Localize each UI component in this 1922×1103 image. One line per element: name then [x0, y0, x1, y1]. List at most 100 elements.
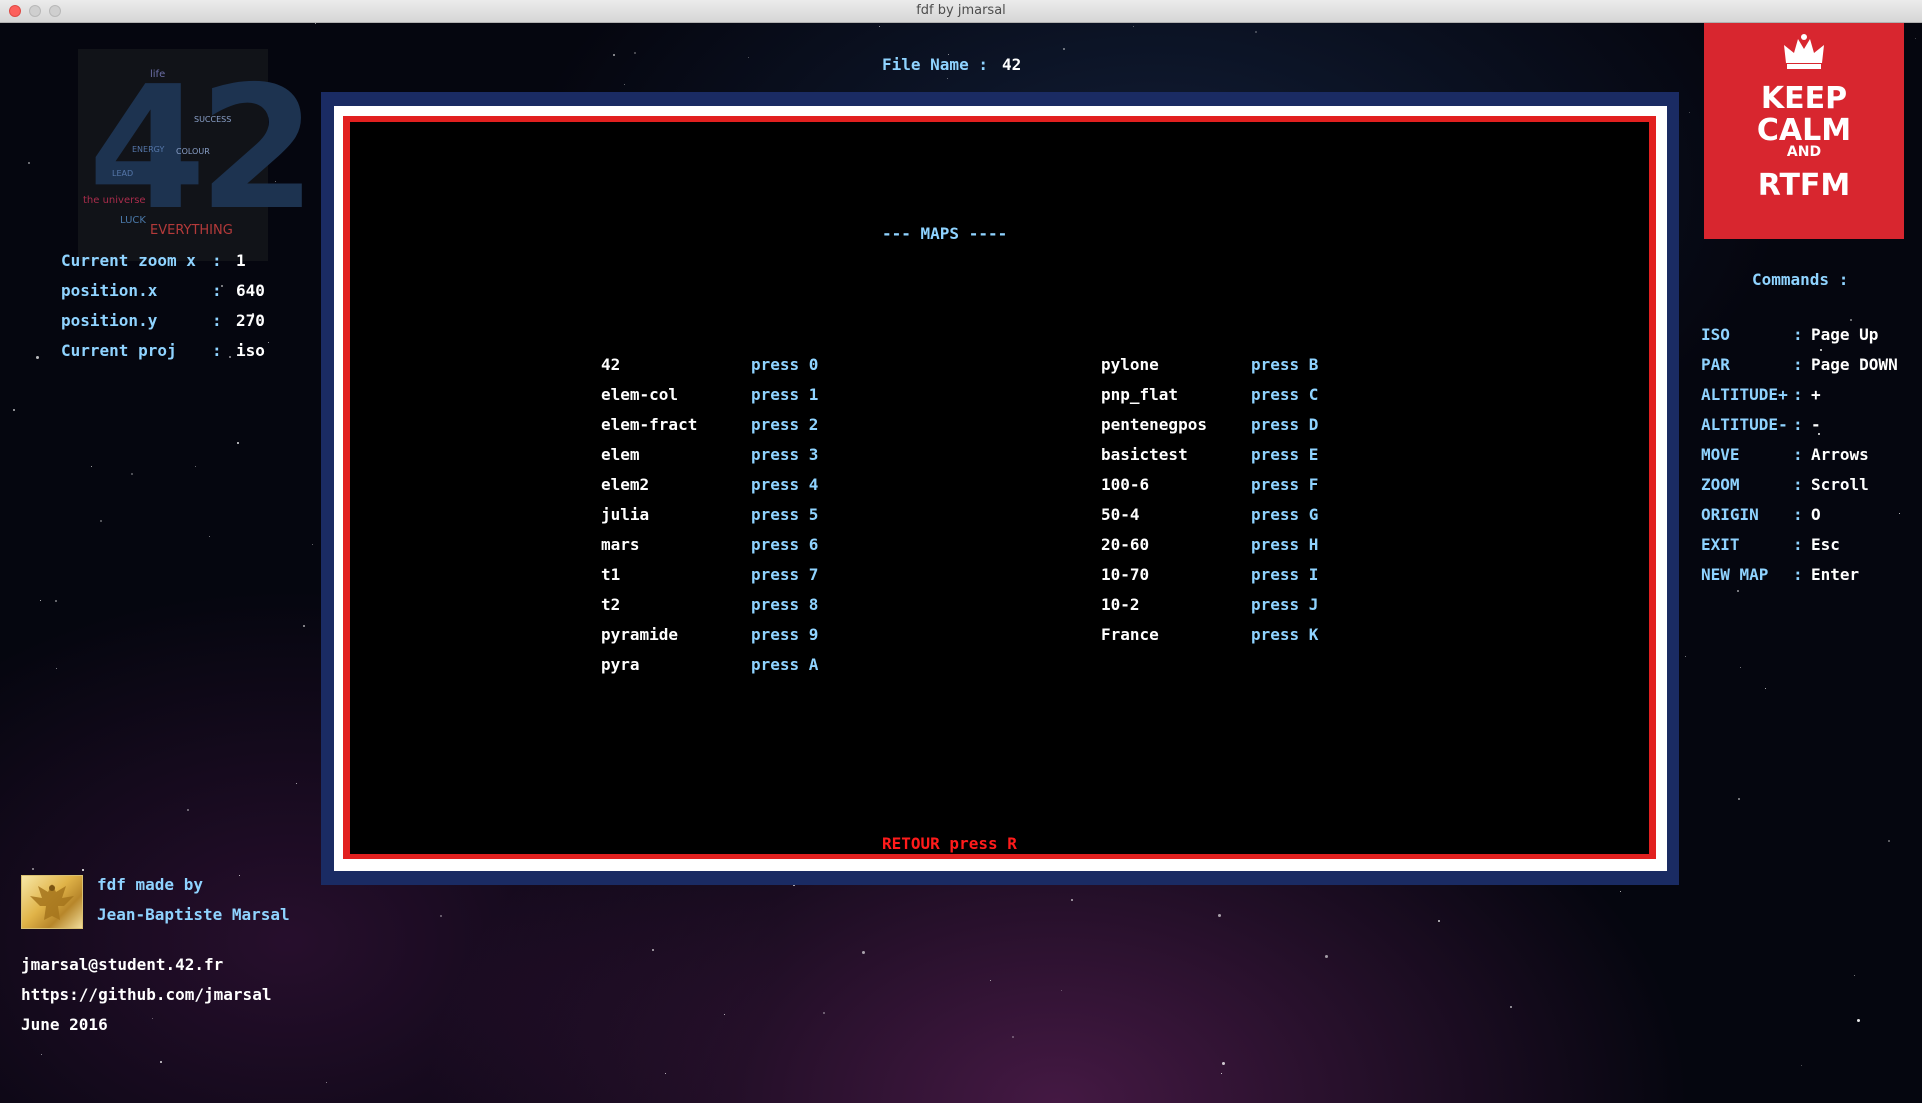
fdf-canvas[interactable]: 42 life the universe EVERYTHING LUCK SUC… [0, 23, 1922, 1103]
star [1820, 349, 1822, 351]
star [665, 1073, 666, 1074]
logo-word: the universe [83, 195, 146, 206]
command-sep: : [1793, 385, 1803, 404]
command-value: - [1811, 415, 1821, 434]
star [1012, 1036, 1014, 1038]
map-name: elem [601, 445, 640, 464]
logo-word: LUCK [120, 215, 146, 226]
logo-word: EVERYTHING [150, 223, 233, 238]
command-value: Enter [1811, 565, 1860, 584]
map-key: press K [1251, 625, 1319, 644]
info-sep: : [212, 311, 222, 330]
star [268, 342, 269, 343]
commands-title: Commands : [1752, 270, 1849, 289]
map-name: pylone [1101, 355, 1159, 374]
map-name: elem-fract [601, 415, 698, 434]
map-name: 20-60 [1101, 535, 1150, 554]
map-name: 50-4 [1101, 505, 1140, 524]
map-name: julia [601, 505, 650, 524]
map-name: 10-70 [1101, 565, 1150, 584]
star [1737, 590, 1739, 592]
star [1765, 688, 1766, 689]
logo-word: ENERGY [132, 145, 165, 154]
star [32, 868, 34, 870]
star [296, 783, 297, 784]
star [28, 162, 30, 164]
star [100, 520, 102, 522]
star [724, 1014, 725, 1015]
command-value: Arrows [1811, 445, 1869, 464]
star [1063, 48, 1065, 50]
command-key: NEW MAP [1701, 565, 1769, 584]
command-key: PAR [1701, 355, 1730, 374]
keep-calm-line: RTFM [1757, 168, 1851, 203]
star [1218, 914, 1221, 917]
back-option[interactable]: RETOUR press R [882, 834, 1017, 853]
star [315, 23, 316, 24]
file-name-value: 42 [1002, 55, 1022, 74]
info-value: 640 [236, 281, 265, 300]
star [823, 1012, 825, 1014]
map-key: press I [1251, 565, 1319, 584]
command-key: ZOOM [1701, 475, 1740, 494]
map-name: elem-col [601, 385, 679, 404]
command-sep: : [1793, 325, 1803, 344]
star [160, 1061, 162, 1063]
command-value: O [1811, 505, 1821, 524]
zoom-button[interactable] [49, 5, 61, 17]
map-name: basictest [1101, 445, 1188, 464]
info-value: 1 [236, 251, 246, 270]
credits-date: June 2016 [21, 1015, 108, 1034]
star [1899, 513, 1900, 514]
star [303, 625, 305, 627]
star [187, 809, 189, 811]
command-key: ALTITUDE- [1701, 415, 1788, 434]
keep-calm-poster: KEEP CALM AND RTFM [1704, 23, 1904, 239]
command-sep: : [1793, 475, 1803, 494]
map-name: pyramide [601, 625, 679, 644]
map-key: press J [1251, 595, 1319, 614]
command-value: Scroll [1811, 475, 1869, 494]
map-name: 100-6 [1101, 475, 1150, 494]
star [1850, 319, 1852, 321]
star [36, 356, 39, 359]
map-key: press 9 [751, 625, 819, 644]
star [1801, 1065, 1802, 1066]
info-label: position.y [61, 311, 158, 330]
star [1738, 798, 1740, 800]
star [440, 915, 442, 917]
map-name: pyra [601, 655, 640, 674]
star [1740, 667, 1741, 668]
command-value: Esc [1811, 535, 1840, 554]
map-key: press E [1251, 445, 1319, 464]
close-button[interactable] [9, 5, 21, 17]
map-key: press 6 [751, 535, 819, 554]
command-sep: : [1793, 445, 1803, 464]
info-value: 270 [236, 311, 265, 330]
logo-word: life [150, 69, 166, 80]
star [1888, 840, 1890, 842]
command-value: + [1811, 385, 1821, 404]
star [1854, 975, 1855, 976]
star [229, 356, 231, 358]
map-key: press H [1251, 535, 1319, 554]
star [82, 869, 84, 871]
map-key: press 2 [751, 415, 819, 434]
star [1510, 1006, 1512, 1008]
command-sep: : [1793, 505, 1803, 524]
file-name-label: File Name : [882, 55, 998, 74]
command-sep: : [1793, 355, 1803, 374]
star [131, 473, 133, 475]
minimize-button[interactable] [29, 5, 41, 17]
star [1222, 1062, 1225, 1065]
map-name: France [1101, 625, 1159, 644]
maps-title: --- MAPS ---- [882, 224, 1008, 243]
map-key: press A [751, 655, 819, 674]
map-key: press B [1251, 355, 1319, 374]
command-key: MOVE [1701, 445, 1740, 464]
eagle-avatar [21, 875, 83, 929]
map-name: mars [601, 535, 640, 554]
crown-icon [1784, 34, 1824, 69]
credits-github: https://github.com/jmarsal [21, 985, 272, 1004]
eagle-icon [30, 884, 74, 920]
